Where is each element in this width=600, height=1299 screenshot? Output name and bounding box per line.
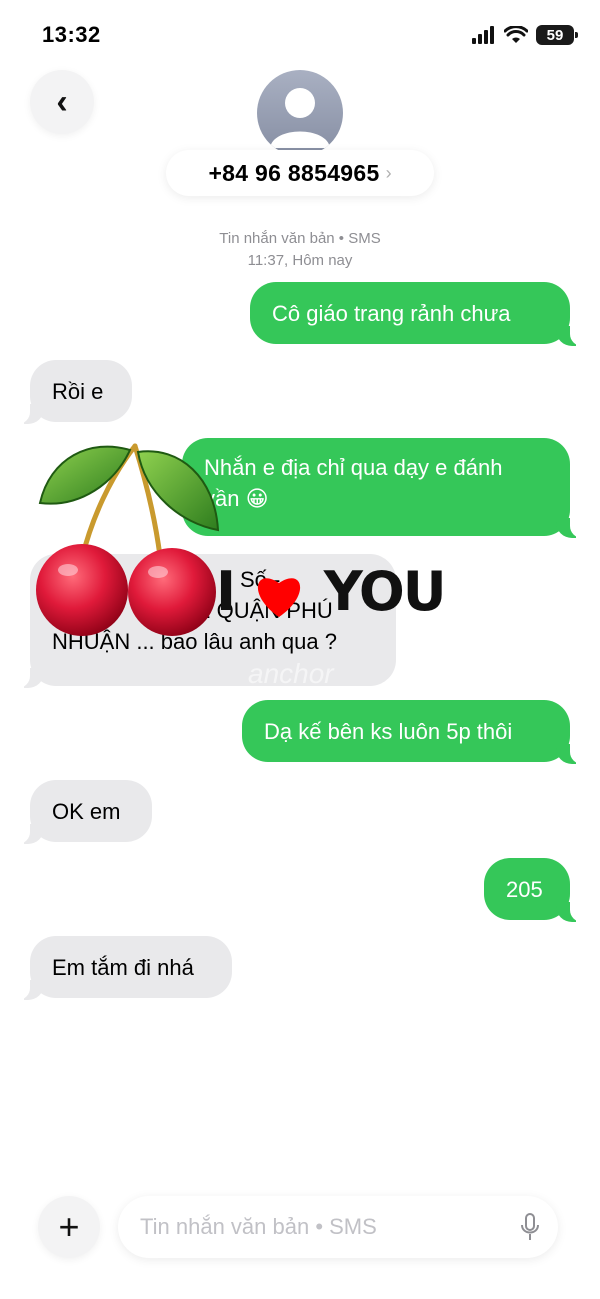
contact-number: +84 96 8854965: [208, 159, 380, 186]
message-bubble-outgoing[interactable]: Cô giáo trang rảnh chưa: [250, 282, 582, 346]
message-bubble-incoming[interactable]: Rồi e: [18, 360, 132, 424]
status-bar: 13:32 59: [0, 0, 600, 70]
battery-icon: 59: [536, 25, 578, 45]
chevron-right-icon: ›: [385, 162, 392, 183]
signal-icon: [472, 26, 494, 44]
thread-timestamp: 11:37, Hôm nay: [247, 252, 353, 269]
message-bubble-outgoing[interactable]: 205: [484, 858, 582, 922]
message-bubble-incoming[interactable]: Em tắm đi nhá: [18, 936, 232, 1000]
microphone-icon[interactable]: [520, 1213, 540, 1241]
message-input-placeholder: Tin nhắn văn bản • SMS: [140, 1214, 377, 1239]
cherry-sticker: [36, 443, 220, 636]
message-text: Dạ kế bên ks luôn 5p thôi: [264, 718, 513, 744]
service-label: Tin nhắn văn bản • SMS: [219, 230, 381, 247]
watermark: anchor: [248, 658, 334, 689]
message-text-line: Nhắn e địa chỉ qua dạy e đánh: [204, 455, 503, 480]
contact-name-button[interactable]: +84 96 8854965 ›: [166, 150, 434, 196]
sticker-text: YOU: [323, 560, 447, 623]
message-text: OK em: [52, 798, 121, 824]
message-bubble-outgoing[interactable]: Dạ kế bên ks luôn 5p thôi: [242, 700, 582, 764]
message-text: Em tắm đi nhá: [52, 954, 194, 980]
message-input[interactable]: Tin nhắn văn bản • SMS: [118, 1196, 558, 1258]
message-bubble-outgoing[interactable]: Nhắn e địa chỉ qua dạy e đánh vần 😀: [182, 438, 582, 538]
composer-bar: + Tin nhắn văn bản • SMS: [0, 1180, 600, 1280]
person-icon: [270, 88, 330, 148]
contact-avatar[interactable]: [257, 70, 343, 156]
message-text: Rồi e: [52, 378, 104, 404]
status-icons: 59: [472, 24, 578, 46]
message-text: Cô giáo trang rảnh chưa: [272, 300, 511, 326]
heart-icon: [257, 578, 301, 618]
wifi-icon: [504, 26, 528, 43]
sticker-text: I: [216, 560, 236, 623]
back-button[interactable]: ‹: [30, 70, 94, 134]
i-love-you-sticker: I YOU: [216, 560, 447, 623]
message-text: 205: [506, 876, 543, 902]
add-attachment-button[interactable]: +: [38, 1196, 100, 1258]
status-time: 13:32: [42, 22, 101, 47]
message-bubble-incoming[interactable]: OK em: [18, 780, 152, 844]
